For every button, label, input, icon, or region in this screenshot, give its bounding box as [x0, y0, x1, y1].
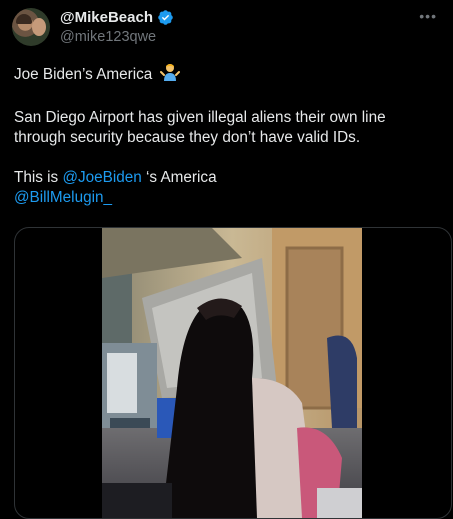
video-player[interactable]: [14, 227, 452, 519]
tweet-line-3-suffix: ‘s America: [141, 169, 217, 186]
mention-billmelugin-link[interactable]: @BillMelugin_: [14, 189, 112, 206]
video-frame[interactable]: [102, 228, 362, 518]
tweet-line-4: @BillMelugin_: [14, 188, 439, 208]
tweet-line-3: This is @JoeBiden ‘s America: [14, 168, 439, 188]
verified-badge-icon[interactable]: [157, 9, 174, 26]
author-handle[interactable]: @mike123qwe: [60, 29, 156, 45]
video-still-image: [102, 228, 362, 518]
mention-joebiden-link[interactable]: @JoeBiden: [62, 169, 141, 186]
more-options-icon[interactable]: •••: [419, 8, 437, 24]
tweet-line-3-prefix: This is: [14, 169, 63, 186]
author-display-name[interactable]: @MikeBeach: [60, 9, 153, 26]
avatar-face: [32, 18, 46, 36]
author-name-row: @MikeBeach: [60, 9, 174, 26]
tweet[interactable]: @MikeBeach @mike123qwe ••• Joe Biden’s A…: [0, 0, 453, 519]
tweet-line-1: Joe Biden’s America: [14, 62, 439, 88]
tweet-line-2: San Diego Airport has given illegal alie…: [14, 109, 386, 146]
person-shrugging-emoji-icon: [159, 62, 180, 88]
avatar[interactable]: [12, 8, 50, 46]
tweet-line-1-text: Joe Biden’s America: [14, 66, 153, 83]
avatar-hair: [16, 14, 32, 24]
tweet-text: Joe Biden’s America San Diego Airport ha…: [14, 62, 439, 208]
